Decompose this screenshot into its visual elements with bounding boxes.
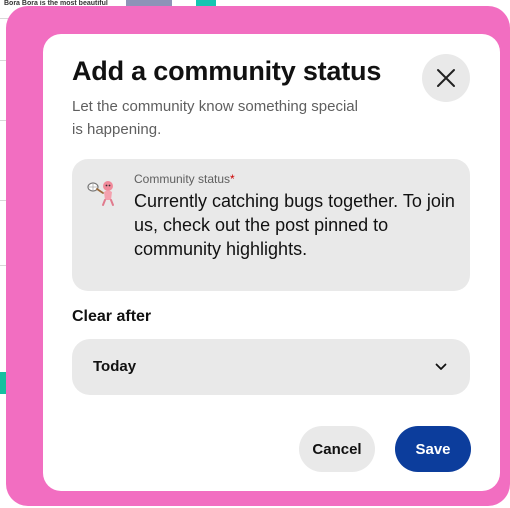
community-status-field[interactable]: Community status* Currently catching bug… bbox=[72, 159, 470, 291]
status-field-label: Community status* bbox=[134, 172, 235, 186]
modal-subtitle: Let the community know something special… bbox=[72, 98, 358, 138]
clear-after-value: Today bbox=[93, 358, 137, 375]
bug-net-icon bbox=[87, 181, 114, 206]
chevron-down-icon bbox=[435, 363, 447, 370]
clear-after-label: Clear after bbox=[72, 308, 152, 325]
cancel-button[interactable]: Cancel bbox=[299, 426, 375, 472]
highlight-frame: Add a community status Let the community… bbox=[6, 6, 510, 506]
status-label-text: Community status bbox=[134, 172, 231, 186]
required-indicator: * bbox=[230, 172, 235, 186]
clear-after-select[interactable]: Today bbox=[72, 339, 470, 395]
close-button[interactable] bbox=[422, 54, 470, 102]
status-text: Currently catching bugs together. To joi… bbox=[134, 191, 455, 259]
close-icon bbox=[437, 69, 455, 87]
community-status-modal: Add a community status Let the community… bbox=[43, 34, 500, 491]
save-button[interactable]: Save bbox=[395, 426, 471, 472]
modal-title: Add a community status bbox=[72, 56, 382, 86]
